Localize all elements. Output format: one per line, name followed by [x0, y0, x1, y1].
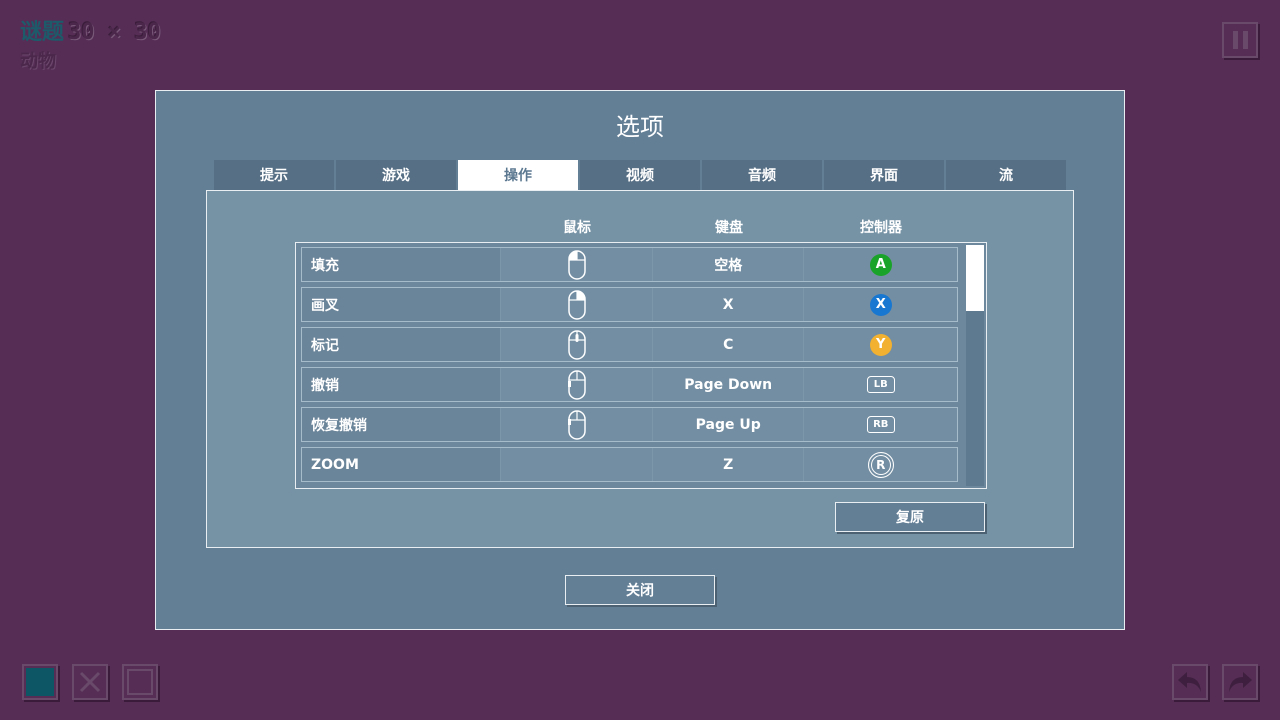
binding-controller[interactable]: LB: [804, 368, 957, 401]
binding-keyboard[interactable]: Page Down: [652, 368, 805, 401]
binding-mouse[interactable]: [501, 448, 653, 481]
dialog-title: 选项: [616, 113, 664, 141]
controller-bumper-icon: LB: [866, 376, 895, 393]
controller-bumper-icon: RB: [866, 416, 895, 433]
tab-controls[interactable]: 操作: [458, 160, 578, 190]
binding-list[interactable]: 填充 空格 A 画叉 X X 标记 C Y 撤销 Page Down LB 恢复撤销 Page Up RB Z…: [295, 242, 987, 489]
puzzle-label: 谜题: [20, 20, 65, 45]
column-header-keyboard: 键盘: [715, 220, 743, 236]
binding-mouse[interactable]: [501, 328, 653, 361]
tab-game[interactable]: 游戏: [336, 160, 456, 190]
binding-action: 撤销: [302, 368, 502, 401]
binding-controller[interactable]: X: [804, 288, 957, 321]
binding-action: 恢复撤销: [302, 408, 502, 441]
binding-row[interactable]: 撤销 Page Down LB: [301, 367, 958, 402]
puzzle-category: 动物: [20, 51, 56, 72]
binding-action: 填充: [302, 248, 502, 281]
cross-tool-button[interactable]: [72, 664, 108, 700]
mouse-icon: [567, 369, 586, 400]
tab-audio[interactable]: 音频: [702, 160, 822, 190]
redo-button[interactable]: [1222, 664, 1258, 700]
mark-tool-button[interactable]: [122, 664, 158, 700]
mouse-icon: [567, 289, 586, 320]
undo-arrow-icon: [1178, 672, 1201, 692]
binding-action: 标记: [302, 328, 502, 361]
reset-button[interactable]: 复原: [835, 502, 985, 532]
tab-hints[interactable]: 提示: [214, 160, 334, 190]
binding-mouse[interactable]: [501, 368, 653, 401]
binding-controller[interactable]: Y: [804, 328, 957, 361]
binding-mouse[interactable]: [501, 408, 653, 441]
binding-row[interactable]: ZOOM Z R: [301, 447, 958, 482]
mouse-icon: [567, 329, 586, 360]
tab-interface[interactable]: 界面: [824, 160, 944, 190]
controller-button-icon: Y: [869, 333, 892, 356]
binding-controller[interactable]: R: [804, 448, 957, 481]
binding-row[interactable]: 标记 C Y: [301, 327, 958, 362]
puzzle-size: 30 × 30: [68, 20, 161, 45]
binding-keyboard[interactable]: Z: [652, 448, 805, 481]
binding-keyboard[interactable]: Page Up: [652, 408, 805, 441]
tab-stream[interactable]: 流: [946, 160, 1066, 190]
binding-controller[interactable]: A: [804, 248, 957, 281]
column-header-mouse: 鼠标: [563, 220, 591, 236]
mouse-icon: [567, 409, 586, 440]
binding-keyboard[interactable]: 空格: [652, 248, 805, 281]
undo-button[interactable]: [1172, 664, 1208, 700]
mouse-icon: [567, 249, 586, 280]
binding-keyboard[interactable]: X: [652, 288, 805, 321]
controls-panel: 鼠标 键盘 控制器 填充 空格 A 画叉 X X 标记 C Y 撤销 Page Down LB 恢复撤销…: [206, 190, 1074, 548]
cross-icon: [79, 671, 101, 693]
controller-stick-icon: R: [867, 451, 894, 478]
controller-button-icon: A: [869, 253, 892, 276]
column-header-controller: 控制器: [860, 220, 902, 236]
redo-arrow-icon: [1229, 672, 1252, 692]
scrollbar-thumb[interactable]: [966, 245, 984, 311]
scrollbar[interactable]: [966, 245, 984, 486]
close-button[interactable]: 关闭: [565, 575, 715, 605]
binding-action: 画叉: [302, 288, 502, 321]
binding-mouse[interactable]: [501, 248, 653, 281]
binding-keyboard[interactable]: C: [652, 328, 805, 361]
tab-video[interactable]: 视频: [580, 160, 700, 190]
binding-row[interactable]: 画叉 X X: [301, 287, 958, 322]
options-tabs: 提示 游戏 操作 视频 音频 界面 流: [214, 160, 1068, 190]
square-outline-icon: [127, 669, 153, 695]
binding-action: ZOOM: [302, 448, 502, 481]
binding-controller[interactable]: RB: [804, 408, 957, 441]
binding-row[interactable]: 恢复撤销 Page Up RB: [301, 407, 958, 442]
pause-button[interactable]: [1222, 22, 1258, 58]
fill-tool-button[interactable]: [22, 664, 58, 700]
pause-icon-bar: [1242, 31, 1248, 49]
controller-button-icon: X: [869, 293, 892, 316]
pause-icon: [1232, 31, 1238, 49]
puzzle-title: 谜题 30 × 30: [20, 20, 161, 46]
binding-mouse[interactable]: [501, 288, 653, 321]
binding-row[interactable]: 填充 空格 A: [301, 247, 958, 282]
fill-swatch-icon: [26, 668, 54, 696]
options-dialog: 选项 提示 游戏 操作 视频 音频 界面 流 鼠标 键盘 控制器 填充 空格 A 画叉…: [155, 90, 1125, 630]
